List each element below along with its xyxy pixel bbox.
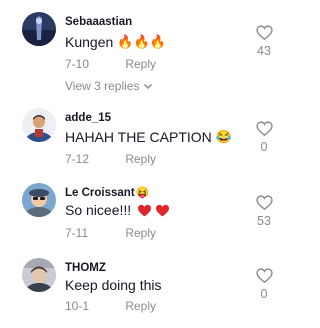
avatar[interactable] xyxy=(22,183,56,217)
comment-text: So nicee!!! xyxy=(65,202,170,218)
avatar[interactable] xyxy=(22,258,56,292)
like-count: 0 xyxy=(260,287,268,301)
comment-meta: 7-11 Reply xyxy=(65,226,156,240)
reply-button[interactable]: Reply xyxy=(125,299,156,313)
comment-date: 7-11 xyxy=(65,226,89,240)
heart-emoji xyxy=(137,204,170,217)
comment-text-body: So nicee!!! xyxy=(65,202,132,218)
like-button[interactable]: 43 xyxy=(252,25,276,58)
heart-outline-icon xyxy=(255,195,273,210)
username[interactable]: Le Croissant 😝 xyxy=(65,186,150,200)
like-count: 0 xyxy=(260,140,268,154)
username-label: Le Croissant xyxy=(65,186,135,199)
avatar[interactable] xyxy=(22,12,56,46)
reply-button[interactable]: Reply xyxy=(125,152,156,166)
username[interactable]: Sebaaastian xyxy=(65,16,132,28)
reply-button[interactable]: Reply xyxy=(125,226,156,240)
reply-button[interactable]: Reply xyxy=(125,57,156,71)
view-replies-label: View 3 replies xyxy=(65,79,140,93)
comment-date: 7-12 xyxy=(65,152,90,166)
comment-date: 7-10 xyxy=(65,57,90,71)
comment-text: Kungen 🔥🔥🔥 xyxy=(65,34,166,50)
comment-date: 10-1 xyxy=(65,299,90,313)
heart-outline-icon xyxy=(255,25,273,40)
like-count: 43 xyxy=(257,44,271,58)
like-count: 53 xyxy=(257,214,271,228)
laughing-emoji: 😂 xyxy=(215,129,232,144)
view-replies-button[interactable]: View 3 replies xyxy=(65,79,153,93)
like-button[interactable]: 0 xyxy=(252,268,276,301)
comment-meta: 10-1 Reply xyxy=(65,299,156,313)
like-button[interactable]: 0 xyxy=(252,121,276,154)
username[interactable]: adde_15 xyxy=(65,112,111,124)
username[interactable]: THOMZ xyxy=(65,262,106,274)
comment-meta: 7-10 Reply xyxy=(65,57,156,71)
like-button[interactable]: 53 xyxy=(252,195,276,228)
comment-text-body: Keep doing this xyxy=(65,277,162,293)
tongue-emoji: 😝 xyxy=(135,187,150,199)
comment-text: HAHAH THE CAPTION 😂 xyxy=(65,129,232,145)
heart-outline-icon xyxy=(255,268,273,283)
fire-emoji: 🔥🔥🔥 xyxy=(117,34,166,49)
comment-text: Keep doing this xyxy=(65,277,162,293)
avatar[interactable] xyxy=(22,108,56,142)
heart-outline-icon xyxy=(255,121,273,136)
chevron-down-icon xyxy=(144,83,153,89)
comment-text-body: Kungen xyxy=(65,34,114,50)
comment-text-body: HAHAH THE CAPTION xyxy=(65,129,212,145)
comment-meta: 7-12 Reply xyxy=(65,152,156,166)
